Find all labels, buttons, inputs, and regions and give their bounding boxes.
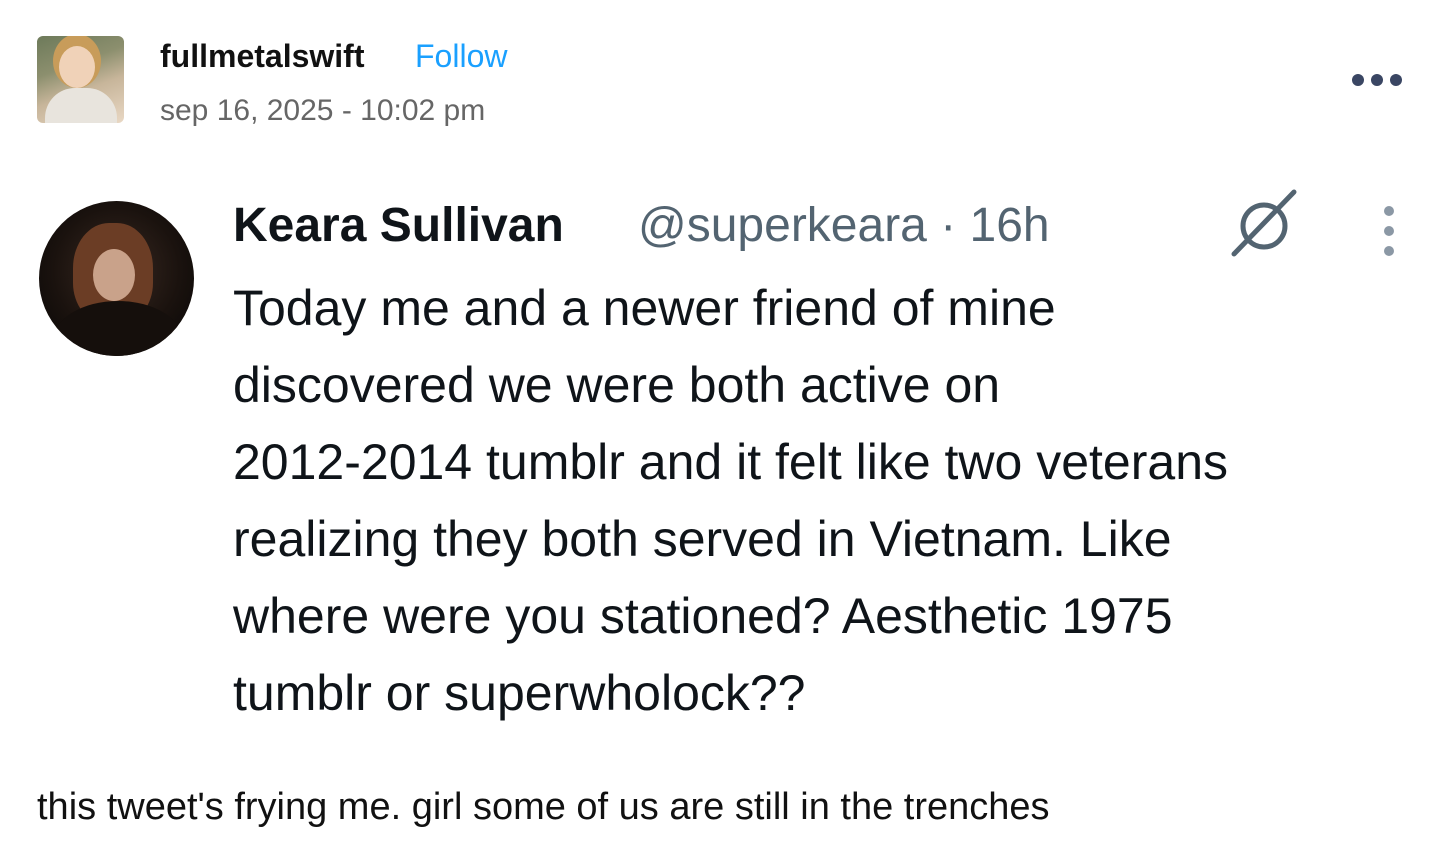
grok-icon <box>1231 189 1297 257</box>
tweet-handle-time: @superkeara · 16h <box>638 199 1050 252</box>
tweet-text-line: realizing they both served in Vietnam. L… <box>233 511 1172 567</box>
poster-username[interactable]: fullmetalswift <box>160 38 364 75</box>
avatar-figure-body <box>45 88 117 123</box>
tweet-text-line: where were you stationed? Aesthetic 1975 <box>233 588 1173 644</box>
avatar-figure-face <box>59 46 95 88</box>
more-horizontal-icon[interactable] <box>1352 70 1408 90</box>
post-caption: this tweet's frying me. girl some of us … <box>37 786 1050 828</box>
tweet-text-line: discovered we were both active on <box>233 357 1001 413</box>
tweet-text: Today me and a newer friend of mine disc… <box>233 270 1433 732</box>
follow-button[interactable]: Follow <box>415 38 507 75</box>
poster-avatar[interactable] <box>37 36 124 123</box>
tweet-text-line: tumblr or superwholock?? <box>233 665 806 721</box>
tweet-author-avatar <box>39 201 194 356</box>
avatar-coat <box>53 301 183 356</box>
tweet-text-line: Today me and a newer friend of mine <box>233 280 1056 336</box>
avatar-face <box>93 249 135 301</box>
more-vertical-icon <box>1380 206 1398 256</box>
tweet-text-line: 2012-2014 tumblr and it felt like two ve… <box>233 434 1228 490</box>
post-timestamp[interactable]: sep 16, 2025 - 10:02 pm <box>160 94 485 128</box>
tweet-author-name: Keara Sullivan <box>233 199 564 252</box>
